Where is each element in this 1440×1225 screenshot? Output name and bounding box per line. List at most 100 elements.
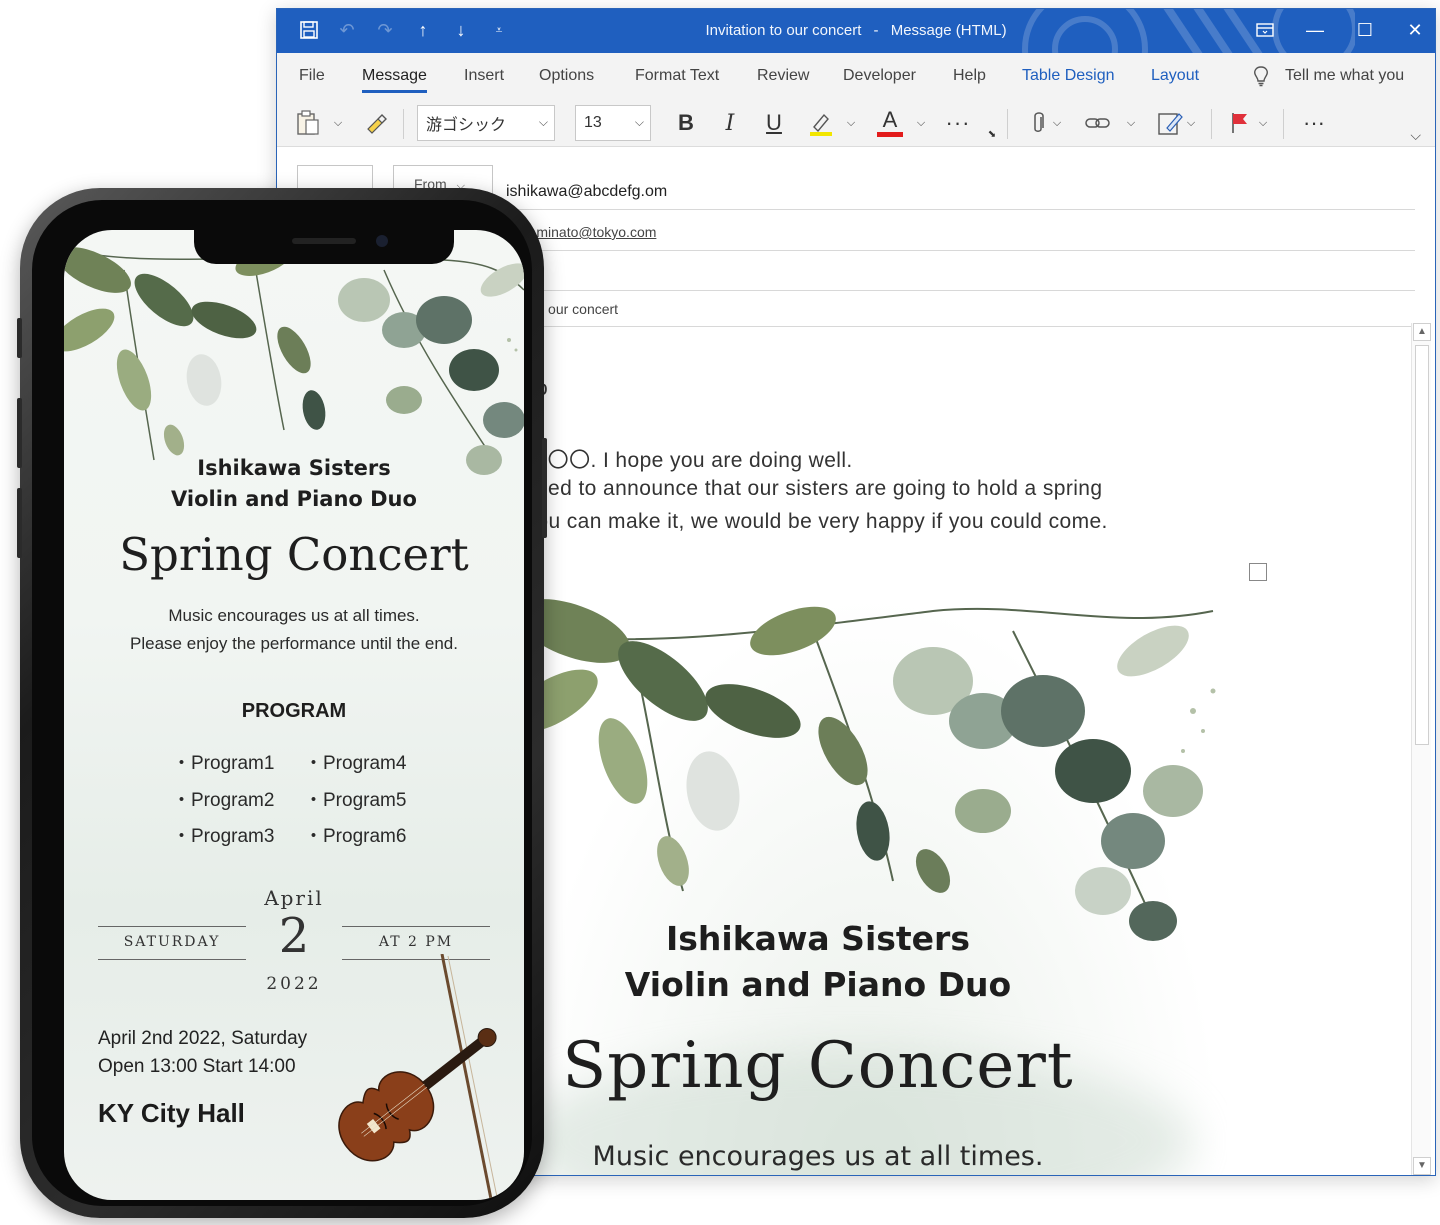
body-line-1: ; is 〇〇. I hope you are doing well. xyxy=(513,449,853,472)
bold-button[interactable]: B xyxy=(671,107,701,139)
speaker-grille xyxy=(292,238,356,244)
format-painter-icon[interactable] xyxy=(361,107,391,139)
eucalyptus-leaves-illustration xyxy=(513,599,1216,941)
tab-message[interactable]: Message xyxy=(362,67,427,93)
font-name-value: 游ゴシック xyxy=(426,117,507,134)
body-line-3: f you can make it, we would be very happ… xyxy=(513,510,1108,533)
scroll-up-icon[interactable]: ▲ xyxy=(1413,323,1431,341)
signature-icon[interactable] xyxy=(1153,107,1187,139)
phone-bezel: Ishikawa Sisters Violin and Piano Duo Sp… xyxy=(32,200,532,1206)
program-item: ・Program5 xyxy=(304,790,407,811)
ribbon-separator xyxy=(1211,109,1212,139)
font-size-select[interactable]: 13 ⌵ xyxy=(575,105,651,141)
front-camera-icon xyxy=(376,235,388,247)
minimize-icon[interactable]: — xyxy=(1303,17,1327,43)
program-item: ・Program4 xyxy=(304,753,407,774)
lightbulb-icon xyxy=(1254,66,1268,87)
tell-me-search[interactable]: Tell me what you xyxy=(1253,65,1404,87)
tab-review[interactable]: Review xyxy=(757,67,809,85)
tab-developer[interactable]: Developer xyxy=(843,67,916,85)
title-bar: ↶ ↷ ↑ ↓ ⩡ Invitation to our concert - Me… xyxy=(277,9,1435,53)
body-line-2: eased to announce that our sisters are g… xyxy=(513,477,1103,500)
phone-screen: Ishikawa Sisters Violin and Piano Duo Sp… xyxy=(64,230,524,1200)
phone-artist-line-1: Ishikawa Sisters xyxy=(197,456,391,480)
font-name-select[interactable]: 游ゴシック ⌵ xyxy=(417,105,555,141)
window-title-separator: - xyxy=(873,22,879,39)
font-color-swatch xyxy=(877,131,903,137)
program-item: ・Program2 xyxy=(172,790,275,811)
ribbon-tabs: File Message Insert Options Format Text … xyxy=(277,53,1435,99)
phone-message-line-1: Music encourages us at all times. xyxy=(168,606,420,625)
highlight-dropdown-icon[interactable]: ⌵ xyxy=(843,107,859,139)
highlight-icon[interactable] xyxy=(803,107,837,139)
program-item: ・Program3 xyxy=(172,826,275,847)
flag-icon[interactable] xyxy=(1225,107,1255,139)
phone-concert-title: Spring Concert xyxy=(119,528,469,581)
flag-dropdown-icon[interactable]: ⌵ xyxy=(1255,107,1271,139)
tell-me-label: Tell me what you xyxy=(1285,67,1405,84)
paste-dropdown-icon[interactable]: ⌵ xyxy=(329,107,347,139)
program-heading: PROGRAM xyxy=(241,700,347,722)
collapse-ribbon-icon[interactable]: ⌵ xyxy=(1410,127,1421,144)
email-message-line-1: Music encourages us at all times. xyxy=(592,1141,1044,1172)
phone-artist-line-2: Violin and Piano Duo xyxy=(171,487,417,511)
window-controls: — ☐ ✕ xyxy=(1253,17,1427,43)
window-title-text: Invitation to our concert xyxy=(705,22,862,39)
mute-switch xyxy=(17,318,22,358)
program-item: ・Program1 xyxy=(172,753,275,774)
table-cell-handle[interactable] xyxy=(1249,563,1267,581)
event-venue: KY City Hall xyxy=(98,1098,245,1128)
tab-insert[interactable]: Insert xyxy=(464,67,504,85)
email-concert-title: Spring Concert xyxy=(562,1029,1074,1103)
event-date-line: April 2nd 2022, Saturday xyxy=(98,1028,308,1049)
power-button xyxy=(542,438,547,538)
italic-button[interactable]: I xyxy=(715,107,745,139)
font-color-button[interactable]: A xyxy=(873,107,907,139)
more-font-options-button[interactable]: ··· xyxy=(941,107,975,139)
tab-help[interactable]: Help xyxy=(953,67,986,85)
scroll-down-icon[interactable]: ▼ xyxy=(1413,1157,1431,1175)
volume-down-button xyxy=(17,488,22,558)
vertical-scrollbar[interactable]: ▲ ▼ xyxy=(1411,323,1431,1175)
header-divider xyxy=(513,250,1415,251)
phone-notch xyxy=(194,230,454,264)
from-address: ishikawa@abcdefg.om xyxy=(506,183,668,200)
window-title-mode: Message (HTML) xyxy=(890,22,1007,39)
chevron-down-icon: ⌵ xyxy=(538,115,548,129)
underline-button[interactable]: U xyxy=(759,107,789,139)
ribbon-separator xyxy=(1283,109,1284,139)
signature-dropdown-icon[interactable]: ⌵ xyxy=(1183,107,1199,139)
attach-dropdown-icon[interactable]: ⌵ xyxy=(1049,107,1065,139)
maximize-icon[interactable]: ☐ xyxy=(1353,17,1377,43)
chevron-down-icon: ⌵ xyxy=(634,115,644,129)
link-dropdown-icon[interactable]: ⌵ xyxy=(1123,107,1139,139)
ribbon-separator xyxy=(1007,109,1008,139)
tab-file[interactable]: File xyxy=(299,67,325,85)
phone-message-line-2: Please enjoy the performance until the e… xyxy=(130,634,458,653)
tab-format-text[interactable]: Format Text xyxy=(635,67,719,85)
ribbon-display-options-icon[interactable] xyxy=(1253,17,1277,43)
header-divider xyxy=(513,290,1415,291)
email-artist-line-1: Ishikawa Sisters xyxy=(666,919,970,958)
invitation-image-email: Ishikawa Sisters Violin and Piano Duo Sp… xyxy=(513,591,1227,1175)
email-artist-line-2: Violin and Piano Duo xyxy=(624,965,1012,1004)
font-color-dropdown-icon[interactable]: ⌵ xyxy=(913,107,929,139)
more-commands-icon[interactable]: ··· xyxy=(1297,107,1331,139)
paste-icon[interactable] xyxy=(293,107,323,139)
tab-table-design[interactable]: Table Design xyxy=(1022,67,1115,85)
header-divider xyxy=(513,209,1415,210)
scroll-thumb[interactable] xyxy=(1415,345,1429,745)
smartphone-mockup: Ishikawa Sisters Violin and Piano Duo Sp… xyxy=(17,188,547,1218)
close-icon[interactable]: ✕ xyxy=(1403,17,1427,43)
dialog-launcher-icon[interactable]: ⬊ xyxy=(985,127,999,141)
link-icon[interactable] xyxy=(1081,107,1115,139)
font-size-value: 13 xyxy=(584,114,602,131)
event-hours-line: Open 13:00 Start 14:00 xyxy=(98,1056,296,1077)
program-item: ・Program6 xyxy=(304,826,407,847)
ribbon-separator xyxy=(403,109,404,139)
eucalyptus-leaves-illustration xyxy=(64,244,524,475)
tab-layout[interactable]: Layout xyxy=(1151,67,1199,85)
volume-up-button xyxy=(17,398,22,468)
tab-options[interactable]: Options xyxy=(539,67,594,85)
font-color-letter: A xyxy=(882,106,898,132)
